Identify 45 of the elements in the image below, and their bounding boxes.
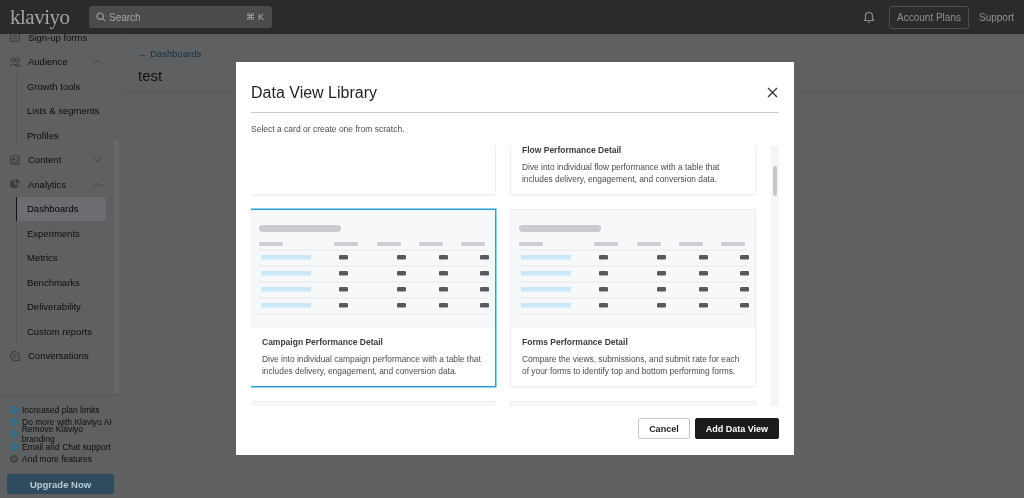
sidebar-subitem[interactable]: Benchmarks bbox=[17, 270, 106, 295]
card-description: Compare the views, submissions, and submit rate for each of your forms to identify top and bottom performing forms. bbox=[522, 353, 741, 377]
card-title: Forms Performance Detail bbox=[522, 337, 629, 347]
scrollbar[interactable] bbox=[771, 146, 779, 406]
logo[interactable]: klaviyo bbox=[10, 4, 89, 30]
sidebar-subitem[interactable]: Metrics bbox=[17, 245, 106, 270]
add-button[interactable]: Add Data View bbox=[694, 418, 779, 439]
feature-text: Do more with Klaviyo AI bbox=[22, 416, 112, 427]
upgrade-button[interactable]: Upgrade Now bbox=[7, 474, 114, 494]
template-card[interactable]: Forms Performance Detail Compare the views, submissions, and submit rate for each of your forms to identify top and bottom performing forms. bbox=[511, 210, 755, 386]
sidebar-item[interactable]: Audience bbox=[5, 49, 114, 74]
sidebar-subitem[interactable]: Custom reports bbox=[17, 319, 106, 344]
page-title: test bbox=[138, 67, 164, 84]
sidebar-subitem[interactable]: Profiles bbox=[17, 123, 106, 148]
content-icon bbox=[9, 153, 21, 166]
card-title: Flow Performance Detail bbox=[522, 146, 623, 155]
sidebar-subitem[interactable]: Lists & segments bbox=[17, 98, 106, 123]
sidebar-subitem[interactable]: Experiments bbox=[17, 221, 106, 246]
support-link[interactable]: Support bbox=[978, 11, 1014, 23]
card-description: Dive into individual flow performance with a table that includes delivery, engagement, and conversion data. bbox=[522, 161, 721, 185]
breadcrumb-link[interactable]: ← Dashboards bbox=[138, 48, 202, 59]
chat-icon bbox=[9, 349, 21, 362]
card-title: Campaign Performance Detail bbox=[262, 337, 384, 347]
shortcut-hint: ⌘ K bbox=[246, 12, 264, 22]
pie-chart-icon bbox=[9, 178, 21, 191]
people-icon bbox=[9, 55, 21, 68]
sidebar-item[interactable]: Analytics bbox=[5, 172, 114, 197]
sidebar-subitem[interactable]: Dashboards bbox=[16, 196, 106, 221]
search-icon bbox=[96, 12, 106, 22]
cancel-button[interactable]: Cancel bbox=[638, 418, 690, 439]
close-icon[interactable] bbox=[765, 86, 779, 100]
card-description: Dive into individual campaign performance with a table that includes delivery, engagement, and conversion data. bbox=[262, 353, 482, 377]
feature-text: And more features bbox=[22, 453, 92, 464]
template-card[interactable]: Flow Performance Detail Dive into individual flow performance with a table that includes delivery, engagement, and conversion data. bbox=[511, 146, 755, 194]
sidebar-subitem[interactable]: Deliverability bbox=[17, 294, 106, 319]
sidebar-subitem[interactable]: Growth tools bbox=[17, 74, 106, 99]
form-icon bbox=[9, 34, 21, 44]
account-plans-button[interactable]: Account Plans bbox=[889, 5, 969, 29]
feature-text: Increased plan limits bbox=[22, 404, 100, 415]
sidebar-item[interactable]: Conversations bbox=[5, 343, 114, 368]
sidebar-item[interactable]: Sign-up forms bbox=[5, 34, 114, 50]
sidebar-item[interactable]: Content bbox=[5, 147, 114, 172]
dialog-title: Data View Library bbox=[251, 84, 378, 102]
bell-icon[interactable] bbox=[863, 10, 876, 24]
dialog-subtitle: Select a card or create one from scratch. bbox=[251, 124, 406, 134]
